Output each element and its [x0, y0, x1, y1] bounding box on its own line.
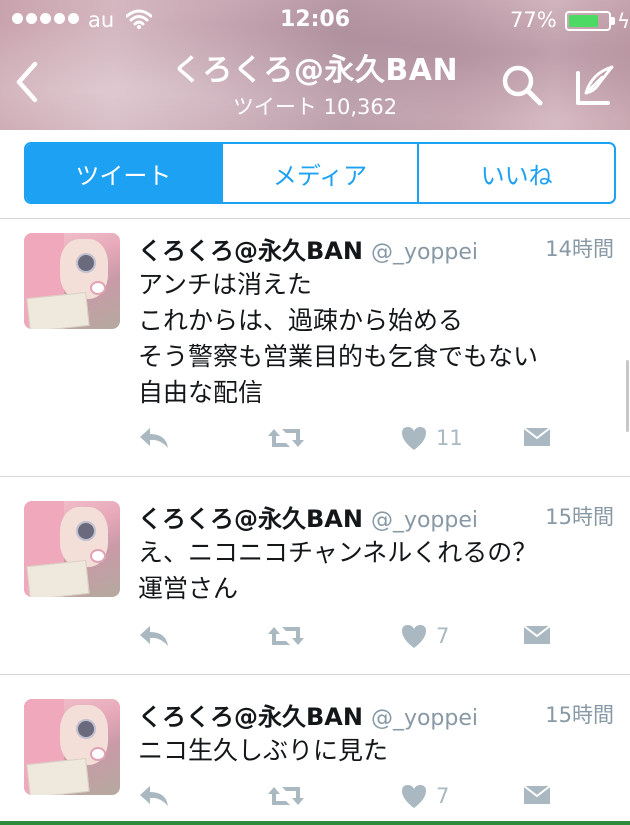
profile-tabs: ツイート メディア いいね — [24, 142, 616, 204]
retweet-button[interactable] — [266, 425, 306, 451]
like-count: 7 — [436, 624, 450, 648]
battery-tip — [611, 17, 615, 25]
tweet-text: ニコ生久しぶりに見た — [138, 736, 389, 765]
heart-icon — [402, 427, 426, 450]
like-count: 11 — [436, 426, 463, 450]
retweet-button[interactable] — [266, 623, 306, 649]
tweet-time: 14時間 — [545, 237, 614, 261]
battery-fill — [569, 15, 598, 27]
tweet-text: え、ニコニコチャンネルくれるの？ 運営さん — [138, 538, 538, 603]
tweet-card[interactable]: くろくろ@永久BAN @_yoppei 14時間 アンチは消えた これからは、過疎… — [0, 219, 630, 477]
heart-icon — [402, 625, 426, 648]
search-icon — [502, 65, 543, 106]
like-button[interactable]: 11 — [400, 425, 463, 451]
tweet-card[interactable]: くろくろ@永久BAN @_yoppei 15時間 え、ニコニコチャンネルくれるの？… — [0, 487, 630, 675]
retweet-icon — [268, 787, 304, 805]
reply-button[interactable] — [138, 623, 170, 649]
tweet-actions: 11 — [138, 425, 618, 455]
tweet-card[interactable]: くろくろ@永久BAN @_yoppei 15時間 ニコ生久しぶりに見た 7 — [0, 685, 630, 825]
like-button[interactable]: 7 — [400, 783, 449, 809]
user-handle[interactable]: @_yoppei — [371, 706, 478, 731]
avatar[interactable] — [24, 699, 120, 795]
reply-icon — [140, 786, 168, 806]
envelope-icon — [523, 785, 551, 804]
tweet-header: くろくろ@永久BAN @_yoppei 15時間 — [138, 697, 614, 731]
battery-icon — [565, 11, 611, 31]
battery-percent: 77% — [510, 8, 557, 32]
direct-message-button[interactable] — [522, 623, 552, 647]
compose-icon — [576, 65, 614, 105]
tweet-header: くろくろ@永久BAN @_yoppei 15時間 — [138, 499, 614, 533]
reply-icon — [140, 626, 168, 646]
direct-message-button[interactable] — [522, 425, 552, 449]
bottom-edge — [0, 821, 630, 825]
direct-message-button[interactable] — [522, 783, 552, 807]
profile-header: au 12:06 77% ϟ くろくろ@永久BAN ツイート 10,362 — [0, 0, 630, 130]
avatar[interactable] — [24, 233, 120, 329]
envelope-icon — [523, 427, 551, 446]
tab-media[interactable]: メディア — [220, 144, 418, 202]
reply-button[interactable] — [138, 425, 170, 451]
search-button[interactable] — [500, 63, 544, 111]
retweet-icon — [268, 429, 304, 447]
tweet-time: 15時間 — [545, 505, 614, 529]
reply-button[interactable] — [138, 783, 170, 809]
tab-tweets[interactable]: ツイート — [26, 144, 221, 202]
heart-icon — [402, 785, 426, 808]
user-name[interactable]: くろくろ@永久BAN — [138, 237, 363, 265]
like-count: 7 — [436, 784, 450, 808]
user-name[interactable]: くろくろ@永久BAN — [138, 505, 363, 533]
user-handle[interactable]: @_yoppei — [371, 508, 478, 533]
retweet-icon — [268, 627, 304, 645]
tweet-time: 15時間 — [545, 703, 614, 727]
user-name[interactable]: くろくろ@永久BAN — [138, 703, 363, 731]
compose-button[interactable] — [572, 63, 616, 111]
user-handle[interactable]: @_yoppei — [371, 240, 478, 265]
retweet-button[interactable] — [266, 783, 306, 809]
tweet-actions: 7 — [138, 783, 618, 813]
like-button[interactable]: 7 — [400, 623, 449, 649]
charging-bolt-icon: ϟ — [617, 9, 630, 33]
tweet-text: アンチは消えた これからは、過疎から始める そう警察も営業目的も乞食でもない 自… — [138, 270, 539, 407]
tweet-actions: 7 — [138, 623, 618, 653]
status-bar: au 12:06 77% ϟ — [0, 0, 630, 40]
tab-likes[interactable]: いいね — [417, 144, 614, 202]
reply-icon — [140, 428, 168, 448]
scroll-indicator[interactable] — [626, 360, 629, 432]
avatar[interactable] — [24, 501, 120, 597]
envelope-icon — [523, 625, 551, 644]
tweet-header: くろくろ@永久BAN @_yoppei 14時間 — [138, 231, 614, 265]
